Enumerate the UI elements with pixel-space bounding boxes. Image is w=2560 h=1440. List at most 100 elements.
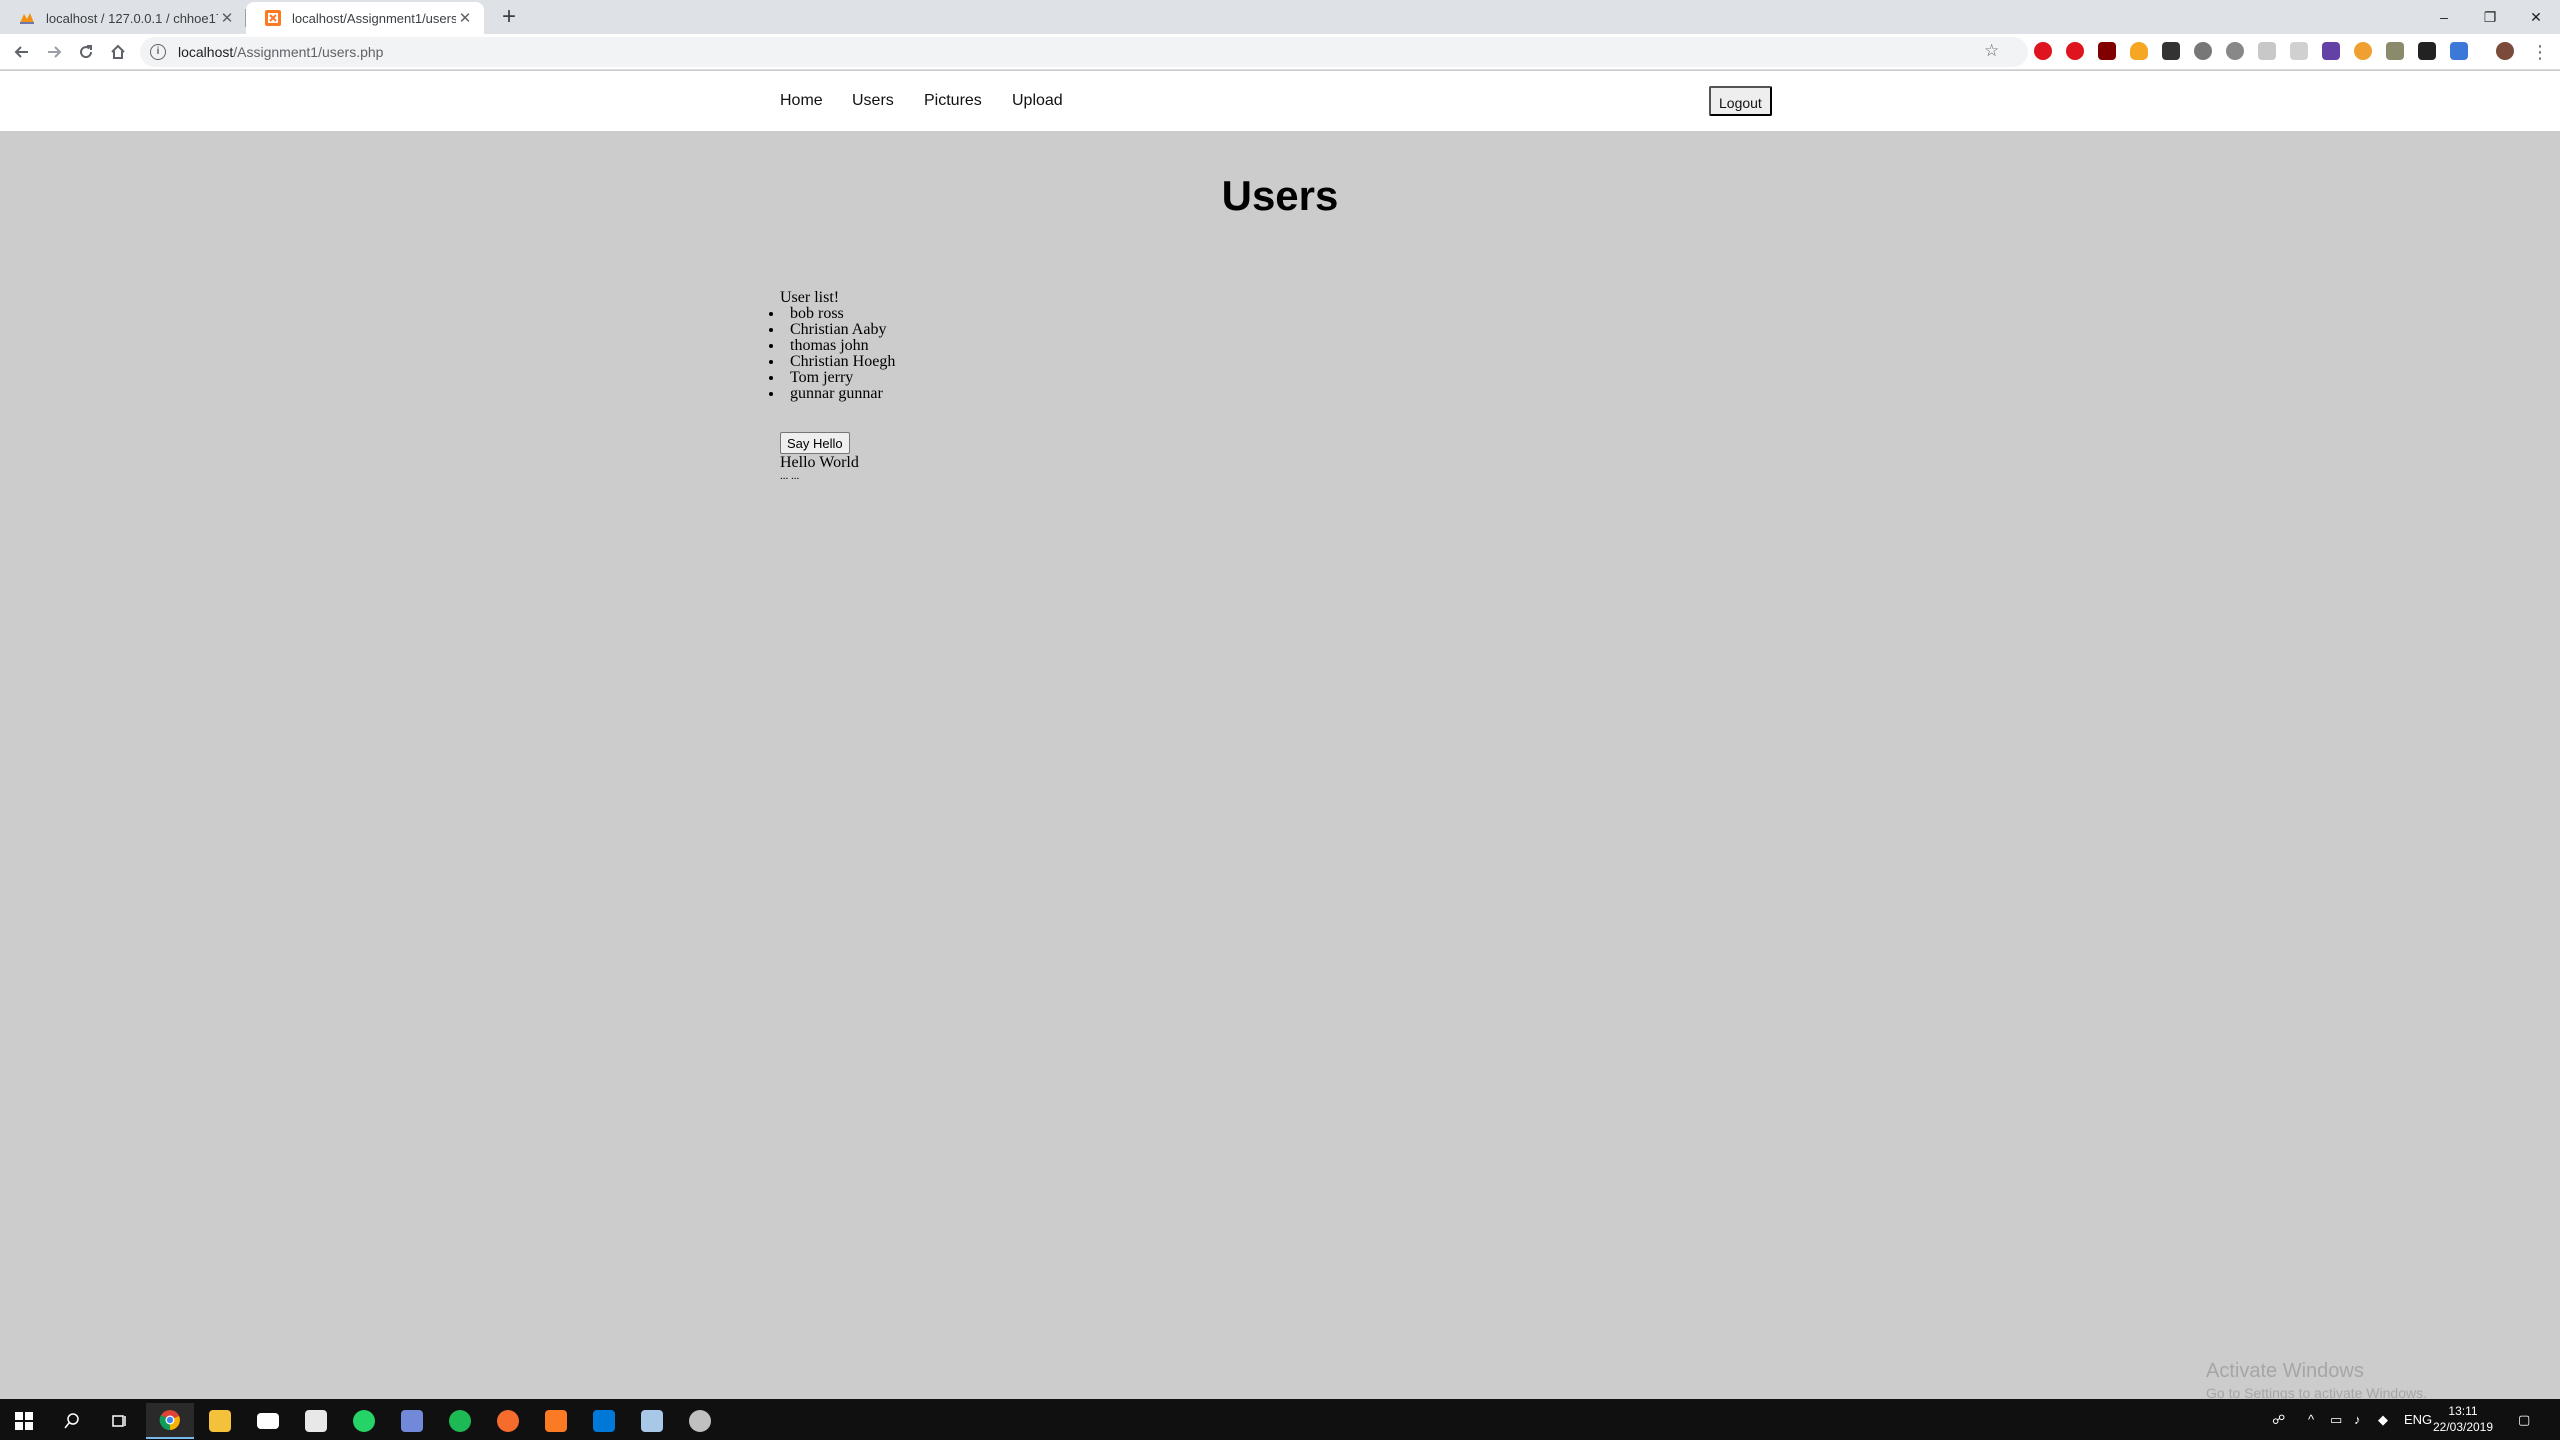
forward-arrow-icon	[48, 46, 62, 58]
site-navbar: Home Users Pictures Upload Logout	[0, 71, 2560, 131]
taskbar-store[interactable]	[292, 1403, 340, 1439]
url-host: localhost	[178, 44, 234, 60]
people-icon[interactable]: ☍	[2272, 1399, 2285, 1440]
search-icon	[64, 1413, 79, 1429]
xampp-icon	[265, 10, 281, 26]
search-button[interactable]	[48, 1403, 96, 1439]
taskbar-xampp[interactable]	[532, 1403, 580, 1439]
action-center-icon[interactable]: ▢	[2518, 1399, 2530, 1440]
list-item: thomas john	[780, 338, 895, 354]
taskbar-notepad[interactable]	[628, 1403, 676, 1439]
taskbar-file-explorer[interactable]	[196, 1403, 244, 1439]
list-item: Christian Hoegh	[780, 354, 895, 370]
site-info-icon[interactable]: i	[150, 44, 166, 60]
task-view-button[interactable]	[96, 1403, 144, 1439]
url-path: /Assignment1/users.php	[233, 44, 384, 60]
edit-extension-icon[interactable]	[2450, 42, 2468, 60]
volume-icon[interactable]: ♪	[2354, 1399, 2361, 1440]
dark-extension-icon[interactable]	[2418, 42, 2436, 60]
restore-button[interactable]: ❐	[2464, 0, 2516, 34]
tab-title: localhost/Assignment1/users.php	[292, 10, 456, 26]
nav-upload-link[interactable]: Upload	[1012, 92, 1063, 110]
discord-icon	[401, 1410, 423, 1432]
user-list: bob ross Christian Aaby thomas john Chri…	[780, 306, 895, 402]
say-hello-button[interactable]: Say Hello	[780, 432, 850, 454]
page-viewport: Home Users Pictures Upload Logout Users …	[0, 71, 2560, 1401]
clock-date: 22/03/2019	[2432, 1420, 2494, 1434]
ublock-extension-icon[interactable]	[2098, 42, 2116, 60]
xampp-icon	[545, 1410, 567, 1432]
nav-pictures-link[interactable]: Pictures	[924, 92, 982, 110]
chrome-icon	[159, 1410, 180, 1431]
close-window-button[interactable]: ✕	[2510, 0, 2560, 34]
list-item: Tom jerry	[780, 370, 895, 386]
whatsapp-icon	[353, 1410, 375, 1432]
settings-extension-icon[interactable]	[2194, 42, 2212, 60]
address-bar[interactable]: i localhost/Assignment1/users.php	[140, 37, 2028, 67]
minimize-button[interactable]: –	[2418, 0, 2470, 34]
vscode-icon	[593, 1410, 615, 1432]
wrench-icon	[689, 1410, 711, 1432]
back-arrow-icon	[14, 46, 28, 58]
start-button[interactable]	[0, 1403, 48, 1439]
chrome-menu-icon[interactable]: ⋮	[2526, 38, 2554, 66]
task-view-icon	[112, 1415, 126, 1427]
taskbar-clock[interactable]: 13:11 22/03/2019	[2428, 1403, 2498, 1435]
browser-tabstrip: localhost / 127.0.0.1 / chhoe17 / ✕ loca…	[0, 0, 2560, 34]
tab-phpmyadmin[interactable]: localhost / 127.0.0.1 / chhoe17 / ✕	[0, 2, 246, 34]
taskbar-origin[interactable]	[484, 1403, 532, 1439]
folder-icon	[209, 1410, 231, 1432]
spotify-icon	[449, 1410, 471, 1432]
reload-icon	[80, 45, 93, 59]
fire-extension-icon[interactable]	[2130, 42, 2148, 60]
screen-extension-icon[interactable]	[2290, 42, 2308, 60]
profile-avatar[interactable]	[2496, 42, 2514, 60]
page-title: Users	[1221, 172, 1339, 219]
taskbar-tool[interactable]	[676, 1403, 724, 1439]
windows-taskbar: ☍ ^ ▭ ♪ ◆ ENG 13:11 22/03/2019 ▢	[0, 1399, 2560, 1440]
home-icon	[111, 44, 125, 59]
tab-title: localhost / 127.0.0.1 / chhoe17 /	[46, 10, 218, 26]
phpmyadmin-icon	[20, 13, 34, 24]
adblock-extension-icon[interactable]	[2066, 42, 2084, 60]
close-tab-icon[interactable]: ✕	[456, 9, 474, 27]
windows-logo-icon	[15, 1412, 33, 1430]
store-icon	[305, 1410, 327, 1432]
show-hidden-icons[interactable]: ^	[2308, 1399, 2314, 1440]
forward-button[interactable]	[40, 38, 68, 66]
notepad-icon	[641, 1410, 663, 1432]
taskbar-discord[interactable]	[388, 1403, 436, 1439]
dropbox-icon[interactable]: ◆	[2378, 1399, 2388, 1440]
tab-users-php[interactable]: localhost/Assignment1/users.php ✕	[246, 2, 484, 34]
trailing-text: ... ...	[780, 470, 800, 482]
bookmark-star-icon[interactable]: ☆	[1984, 41, 1999, 61]
user-list-label: User list!	[780, 289, 840, 306]
taskbar-chrome[interactable]	[146, 1403, 194, 1439]
honey-extension-icon[interactable]	[2354, 42, 2372, 60]
list-item: bob ross	[780, 306, 895, 322]
browser-toolbar: i localhost/Assignment1/users.php ☆ ⋮	[0, 34, 2560, 70]
box-extension-icon[interactable]	[2386, 42, 2404, 60]
taskbar-mail[interactable]	[244, 1403, 292, 1439]
clock-time: 13:11	[2448, 1404, 2478, 1418]
home-button[interactable]	[104, 38, 132, 66]
close-tab-icon[interactable]: ✕	[218, 9, 236, 27]
nav-home-link[interactable]: Home	[780, 92, 823, 110]
new-tab-button[interactable]: +	[496, 4, 522, 30]
list-item: gunnar gunnar	[780, 386, 895, 402]
page-extension-icon[interactable]	[2258, 42, 2276, 60]
back-button[interactable]	[8, 38, 36, 66]
calendar-extension-icon[interactable]	[2162, 42, 2180, 60]
nav-users-link[interactable]: Users	[852, 92, 894, 110]
list-item: Christian Aaby	[780, 322, 895, 338]
recycle-extension-icon[interactable]	[2226, 42, 2244, 60]
taskbar-spotify[interactable]	[436, 1403, 484, 1439]
twitch-extension-icon[interactable]	[2322, 42, 2340, 60]
network-icon[interactable]: ▭	[2330, 1399, 2342, 1440]
logout-button[interactable]: Logout	[1709, 86, 1772, 116]
taskbar-vscode[interactable]	[580, 1403, 628, 1439]
opera-extension-icon[interactable]	[2034, 42, 2052, 60]
reload-button[interactable]	[72, 38, 100, 66]
origin-icon	[497, 1410, 519, 1432]
taskbar-whatsapp[interactable]	[340, 1403, 388, 1439]
